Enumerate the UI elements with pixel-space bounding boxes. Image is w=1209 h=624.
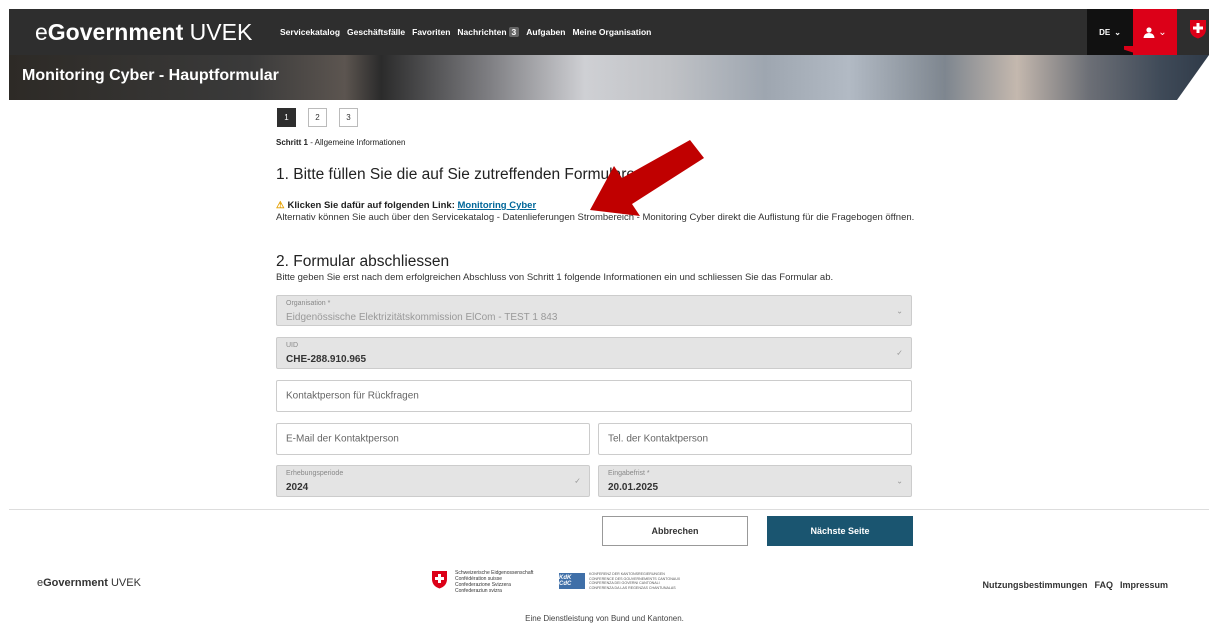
deadline-label: Eingabefrist * bbox=[608, 470, 650, 477]
uid-field: UID CHE-288.910.965 ✓ bbox=[276, 337, 912, 369]
kdk-text: KONFERENZ DER KANTONSREGIERUNGEN CONFERE… bbox=[589, 572, 680, 590]
contact-email-placeholder: E-Mail der Kontaktperson bbox=[286, 433, 399, 445]
survey-period-field: Erhebungsperiode 2024 ✓ bbox=[276, 465, 590, 497]
hero-banner: Monitoring Cyber - Hauptformular bbox=[9, 55, 1209, 100]
brand-prefix: e bbox=[35, 18, 48, 45]
chevron-down-icon: ⌄ bbox=[1158, 26, 1167, 38]
warning-icon: ⚠ bbox=[276, 200, 285, 211]
nav-favoriten[interactable]: Favoriten bbox=[412, 27, 450, 37]
step-3-button[interactable]: 3 bbox=[339, 108, 358, 127]
confederation-rm: Confederaziun svizra bbox=[455, 588, 502, 594]
chevron-down-icon: ⌄ bbox=[1114, 27, 1121, 37]
organisation-value: Eidgenössische Elektrizitätskommission E… bbox=[286, 312, 558, 323]
footer-link-terms[interactable]: Nutzungsbestimmungen bbox=[982, 580, 1087, 590]
swiss-coat-of-arms-icon bbox=[1190, 20, 1206, 39]
contact-email-input[interactable]: E-Mail der Kontaktperson bbox=[276, 423, 590, 455]
deadline-value: 20.01.2025 bbox=[608, 482, 659, 493]
nav-nachrichten[interactable]: Nachrichten 3 bbox=[457, 27, 520, 37]
user-icon bbox=[1143, 26, 1155, 38]
checkmark-icon: ✓ bbox=[896, 348, 903, 358]
footer-brand-suffix: UVEK bbox=[107, 577, 141, 589]
contact-phone-placeholder: Tel. der Kontaktperson bbox=[608, 433, 709, 445]
brand-suffix: UVEK bbox=[183, 18, 253, 45]
contact-person-placeholder: Kontaktperson für Rückfragen bbox=[286, 390, 419, 402]
uid-value: CHE-288.910.965 bbox=[286, 354, 367, 365]
page: eGovernment UVEK Servicekatalog Geschäft… bbox=[0, 0, 1209, 624]
footer-brand-bold: Government bbox=[43, 577, 108, 589]
confederation-text: Schweizerische Eidgenossenschaft Confédé… bbox=[455, 570, 533, 594]
nav-aufgaben[interactable]: Aufgaben bbox=[526, 27, 565, 37]
divider bbox=[9, 509, 1209, 510]
brand-logo[interactable]: eGovernment UVEK bbox=[9, 19, 280, 46]
nav-meine-organisation[interactable]: Meine Organisation bbox=[572, 27, 651, 37]
kdk-line: CONFERENZA DA LAS REGENZAS CHANTUNALAS bbox=[589, 585, 676, 590]
step-description: Schritt 1 - Allgemeine Informationen bbox=[276, 138, 405, 147]
deadline-select[interactable]: Eingabefrist * 20.01.2025 ⌄ bbox=[598, 465, 912, 497]
contact-person-input[interactable]: Kontaktperson für Rückfragen bbox=[276, 380, 912, 412]
service-note: Eine Dienstleistung von Bund und Kantone… bbox=[525, 614, 684, 623]
main-nav: Servicekatalog Geschäftsfälle Favoriten … bbox=[280, 27, 651, 37]
survey-period-label: Erhebungsperiode bbox=[286, 470, 344, 477]
checkmark-icon: ✓ bbox=[574, 476, 581, 486]
section-2-subtitle: Bitte geben Sie erst nach dem erfolgreic… bbox=[276, 272, 834, 283]
footer-links: Nutzungsbestimmungen FAQ Impressum bbox=[982, 580, 1168, 590]
section-2-heading: 2. Formular abschliessen bbox=[276, 253, 450, 270]
contact-phone-input[interactable]: Tel. der Kontaktperson bbox=[598, 423, 912, 455]
chevron-down-icon: ⌄ bbox=[896, 476, 903, 486]
footer-link-faq[interactable]: FAQ bbox=[1094, 580, 1113, 590]
top-bar: eGovernment UVEK Servicekatalog Geschäft… bbox=[9, 9, 1209, 55]
message-count-badge: 3 bbox=[508, 27, 520, 37]
warning-text: Klicken Sie dafür auf folgenden Link: bbox=[287, 200, 458, 211]
nav-nachrichten-label: Nachrichten bbox=[457, 27, 507, 37]
page-title: Monitoring Cyber - Hauptformular bbox=[22, 67, 279, 84]
organisation-label: Organisation * bbox=[286, 300, 331, 307]
chevron-down-icon: ⌄ bbox=[896, 306, 903, 315]
brand-bold: Government bbox=[47, 18, 184, 45]
step-2-button[interactable]: 2 bbox=[308, 108, 327, 127]
footer-brand[interactable]: eGovernment UVEK bbox=[37, 577, 141, 589]
cancel-button[interactable]: Abbrechen bbox=[602, 516, 748, 546]
step-current-desc: - Allgemeine Informationen bbox=[308, 138, 406, 147]
nav-servicekatalog[interactable]: Servicekatalog bbox=[280, 27, 340, 37]
next-page-button[interactable]: Nächste Seite bbox=[767, 516, 913, 546]
step-1-button[interactable]: 1 bbox=[277, 108, 296, 127]
hero-corner-cut bbox=[1177, 55, 1209, 100]
survey-period-value: 2024 bbox=[286, 482, 309, 493]
warning-line: ⚠ Klicken Sie dafür auf folgenden Link: M… bbox=[276, 200, 536, 211]
monitoring-cyber-link[interactable]: Monitoring Cyber bbox=[458, 200, 537, 211]
footer-link-impressum[interactable]: Impressum bbox=[1120, 580, 1168, 590]
organisation-select[interactable]: Organisation * Eidgenössische Elektrizit… bbox=[276, 295, 912, 326]
uid-label: UID bbox=[286, 342, 299, 349]
kdk-logo: KdK CdC bbox=[559, 573, 585, 589]
swiss-confederation-icon bbox=[432, 571, 447, 589]
step-current-label: Schritt 1 bbox=[276, 138, 309, 147]
nav-geschaeftsfaelle[interactable]: Geschäftsfälle bbox=[347, 27, 405, 37]
language-label: DE bbox=[1099, 27, 1111, 37]
red-arrow-icon bbox=[590, 140, 704, 216]
